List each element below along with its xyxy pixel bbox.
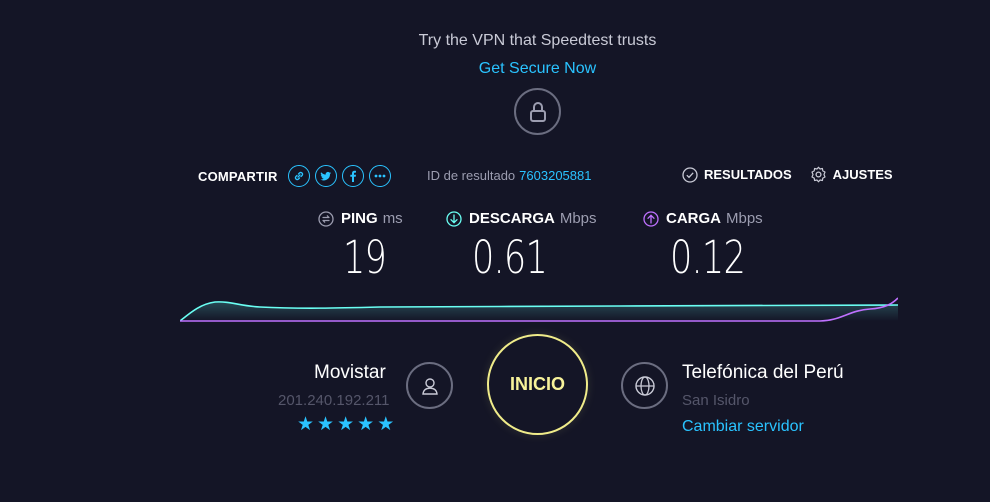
ping-unit: ms [382, 210, 403, 227]
lock-button[interactable] [514, 88, 561, 135]
upload-metric: CARGA Mbps 0.12 [643, 210, 766, 284]
star-icon[interactable]: ★ [357, 415, 374, 435]
lock-icon [529, 101, 546, 122]
download-unit: Mbps [559, 210, 597, 227]
star-icon[interactable]: ★ [337, 415, 354, 435]
upload-label: CARGA [666, 210, 721, 227]
change-server-link[interactable]: Cambiar servidor [682, 418, 804, 436]
get-secure-link[interactable]: Get Secure Now [0, 60, 990, 78]
download-metric: DESCARGA Mbps 0.61 [446, 210, 597, 284]
start-test-button[interactable]: INICIO [487, 334, 588, 435]
top-nav: RESULTADOS AJUSTES [682, 166, 893, 183]
star-icon[interactable]: ★ [317, 415, 334, 435]
facebook-icon[interactable] [341, 165, 364, 187]
server-name: Telefónica del Perú [682, 362, 844, 383]
check-circle-icon [682, 166, 698, 183]
isp-name: Movistar [314, 362, 386, 383]
settings-link[interactable]: AJUSTES [810, 166, 893, 183]
user-icon [421, 377, 438, 395]
share-row: COMPARTIR [198, 164, 391, 188]
settings-label: AJUSTES [832, 167, 893, 182]
result-id-label: ID de resultado [427, 168, 516, 183]
twitter-icon[interactable] [314, 165, 337, 187]
more-icon[interactable] [368, 165, 391, 187]
download-value: 0.61 [472, 231, 548, 284]
link-icon[interactable] [287, 165, 310, 187]
isp-rating: ★ ★ ★ ★ ★ [297, 415, 394, 435]
ping-icon [318, 210, 334, 227]
ping-value: 19 [343, 231, 387, 284]
download-arrow-icon [446, 210, 462, 227]
promo-text: Try the VPN that Speedtest trusts [418, 32, 657, 49]
result-id: ID de resultado 7603205881 [427, 168, 591, 183]
share-label: COMPARTIR [198, 168, 278, 184]
star-icon[interactable]: ★ [377, 415, 394, 435]
isp-ip: 201.240.192.211 [278, 392, 390, 409]
speed-graph [180, 297, 898, 322]
result-id-value[interactable]: 7603205881 [519, 168, 591, 183]
ping-label: PING [341, 210, 378, 227]
star-icon[interactable]: ★ [297, 415, 314, 435]
globe-icon [634, 375, 655, 396]
upload-value: 0.12 [670, 231, 746, 284]
isp-user-badge [406, 362, 453, 409]
gear-icon [811, 166, 826, 183]
server-location: San Isidro [682, 392, 750, 409]
ping-metric: PING ms 19 [318, 210, 403, 284]
results-link[interactable]: RESULTADOS [682, 166, 792, 183]
upload-arrow-icon [643, 210, 659, 227]
results-label: RESULTADOS [704, 167, 792, 182]
server-badge [621, 362, 668, 409]
download-label: DESCARGA [469, 210, 555, 227]
upload-unit: Mbps [726, 210, 763, 227]
